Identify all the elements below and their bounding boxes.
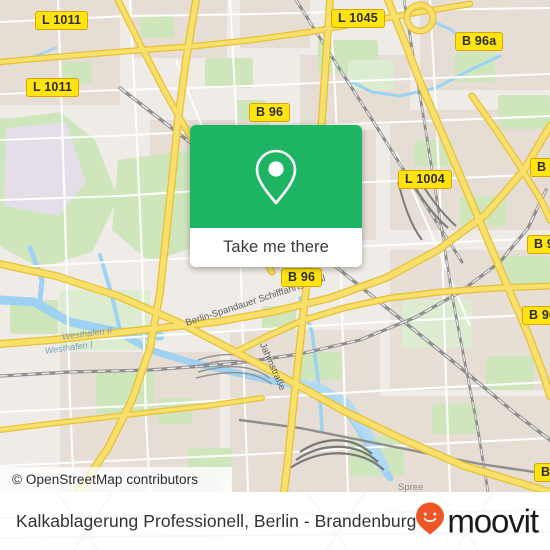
road-shield: B 96a (527, 235, 550, 254)
take-me-there-button[interactable]: Take me there (190, 228, 362, 267)
page-title: Kalkablagerung Professionell, Berlin - B… (16, 510, 417, 531)
road-shield: L 1004 (398, 170, 452, 189)
road-shield: B 9 (530, 158, 550, 177)
osm-attribution[interactable]: © OpenStreetMap contributors (0, 467, 232, 492)
location-pin-icon (254, 148, 298, 206)
moovit-logo[interactable]: moovit (415, 502, 539, 541)
road-shield: B 96a (522, 306, 550, 325)
road-shield: L 1011 (35, 11, 89, 30)
osm-attribution-text: © OpenStreetMap contributors (12, 472, 199, 487)
take-me-there-label: Take me there (223, 238, 329, 256)
road-shield: L 1011 (26, 78, 80, 97)
road-shield: B 96 (249, 103, 291, 122)
moovit-pin-icon (415, 502, 445, 541)
moovit-wordmark: moovit (447, 502, 539, 540)
moovit-map-screenshot: L 1011 L 1011 L 1045 B 96a B 96 L 1004 B… (0, 0, 550, 550)
road-shield: L 1045 (331, 9, 385, 28)
card-header (190, 125, 362, 228)
road-shield: B 96 (281, 268, 323, 287)
footer-bar: Kalkablagerung Professionell, Berlin - B… (0, 492, 550, 550)
destination-card[interactable]: Take me there (190, 125, 362, 267)
road-shield: B 96a (455, 32, 504, 51)
road-shield: B 9 (534, 463, 550, 482)
